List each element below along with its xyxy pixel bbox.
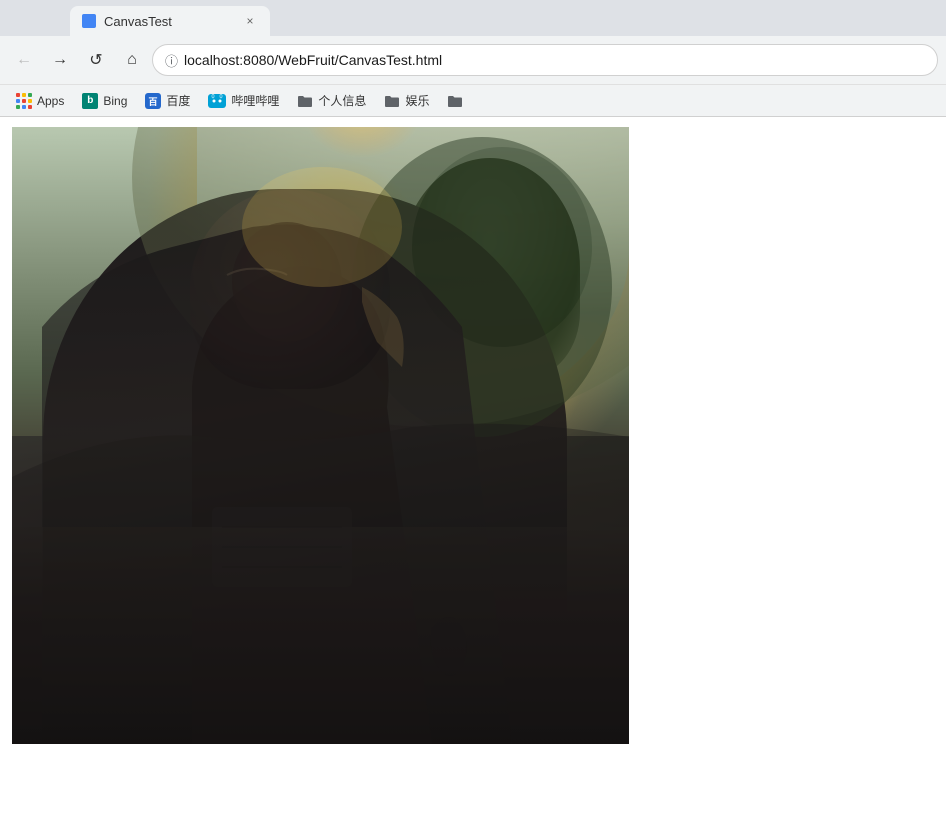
tab-title: CanvasTest	[104, 14, 172, 29]
back-icon: ←	[16, 51, 32, 69]
folder-icon-entertainment	[384, 94, 400, 108]
browser-chrome: CanvasTest × ← → ↺ ⌂ ⓘ localhost:8080/We…	[0, 0, 946, 117]
bookmark-baidu[interactable]: 百 百度	[137, 88, 198, 113]
bing-icon: b	[82, 93, 98, 109]
home-icon: ⌂	[127, 51, 137, 69]
bilibili-icon	[208, 94, 226, 108]
nav-bar: ← → ↺ ⌂ ⓘ localhost:8080/WebFruit/Canvas…	[0, 36, 946, 84]
reload-button[interactable]: ↺	[80, 44, 112, 76]
back-button[interactable]: ←	[8, 44, 40, 76]
reload-icon: ↺	[89, 50, 102, 70]
apps-label: Apps	[37, 94, 64, 108]
folder-icon-extra	[447, 94, 463, 108]
bookmark-personal-info[interactable]: 个人信息	[289, 88, 374, 113]
photo-canvas	[12, 127, 629, 744]
below-canvas-area	[0, 785, 946, 835]
bookmarks-bar: Apps b Bing 百 百度	[0, 84, 946, 116]
url-text: localhost:8080/WebFruit/CanvasTest.html	[184, 52, 925, 68]
forward-icon: →	[52, 51, 68, 69]
tab-favicon	[82, 14, 96, 28]
baidu-icon: 百	[145, 93, 161, 109]
active-tab[interactable]: CanvasTest ×	[70, 6, 270, 36]
folder-icon-personal	[297, 94, 313, 108]
forward-button[interactable]: →	[44, 44, 76, 76]
bilibili-label: 哔哩哔哩	[231, 92, 279, 109]
bookmark-bing[interactable]: b Bing	[74, 89, 135, 113]
home-button[interactable]: ⌂	[116, 44, 148, 76]
tab-bar: CanvasTest ×	[0, 0, 946, 36]
address-bar[interactable]: ⓘ localhost:8080/WebFruit/CanvasTest.htm…	[152, 44, 938, 76]
entertainment-label: 娱乐	[405, 92, 429, 109]
bing-label: Bing	[103, 94, 127, 108]
baidu-label: 百度	[166, 92, 190, 109]
tab-close-button[interactable]: ×	[242, 13, 258, 29]
canvas-area	[0, 117, 946, 785]
bookmark-entertainment[interactable]: 娱乐	[376, 88, 437, 113]
bookmark-extra[interactable]	[439, 90, 471, 112]
security-icon: ⓘ	[165, 51, 178, 70]
bookmark-apps[interactable]: Apps	[8, 89, 72, 113]
svg-text:百: 百	[149, 97, 158, 107]
apps-icon	[16, 93, 32, 109]
photo-svg	[12, 127, 629, 744]
bookmark-bilibili[interactable]: 哔哩哔哩	[200, 88, 287, 113]
page-content	[0, 117, 946, 835]
personal-info-label: 个人信息	[318, 92, 366, 109]
